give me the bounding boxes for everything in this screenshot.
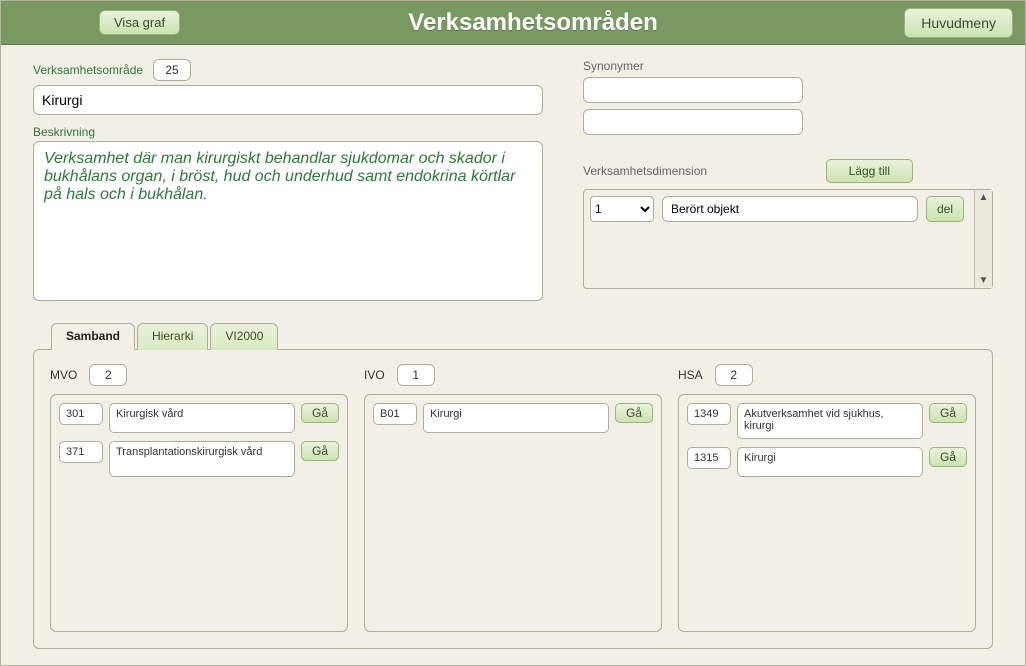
go-button[interactable]: Gå <box>929 403 967 423</box>
mvo-label: MVO <box>50 368 77 382</box>
list-item: 371 Transplantationskirurgisk vård Gå <box>59 441 339 477</box>
mvo-item-code: 301 <box>59 403 103 425</box>
synonym-input-2[interactable] <box>583 109 803 135</box>
ivo-item-name: Kirurgi <box>423 403 609 433</box>
mvo-count: 2 <box>89 364 127 386</box>
go-button[interactable]: Gå <box>301 403 339 423</box>
area-label: Verksamhetsområde <box>33 63 143 77</box>
list-item: B01 Kirurgi Gå <box>373 403 653 433</box>
mvo-item-code: 371 <box>59 441 103 463</box>
area-id: 25 <box>153 59 191 81</box>
hsa-label: HSA <box>678 368 703 382</box>
hsa-item-name: Akutverksamhet vid sjukhus, kirurgi <box>737 403 923 439</box>
dimension-panel: 1 del ▲ ▼ <box>583 189 993 289</box>
dimension-scrollbar[interactable]: ▲ ▼ <box>974 190 992 288</box>
ivo-count: 1 <box>397 364 435 386</box>
hsa-count: 2 <box>715 364 753 386</box>
page-title: Verksamhetsområden <box>173 9 893 37</box>
tab-body-samband: MVO 2 301 Kirurgisk vård Gå 371 Tra <box>33 349 993 649</box>
description-label: Beskrivning <box>33 125 543 139</box>
hsa-item-name: Kirurgi <box>737 447 923 477</box>
hsa-item-code: 1349 <box>687 403 731 425</box>
list-item: 1349 Akutverksamhet vid sjukhus, kirurgi… <box>687 403 967 439</box>
tab-vi2000[interactable]: VI2000 <box>210 323 278 350</box>
app-window: Visa graf Verksamhetsområden Huvudmeny V… <box>0 0 1026 666</box>
ivo-label: IVO <box>364 368 385 382</box>
tab-samband[interactable]: Samband <box>51 323 135 350</box>
dimension-select[interactable]: 1 <box>590 196 654 222</box>
dimension-add-button[interactable]: Lägg till <box>826 159 913 183</box>
scroll-down-icon[interactable]: ▼ <box>979 273 989 288</box>
show-graph-button[interactable]: Visa graf <box>99 10 180 35</box>
hsa-panel: 1349 Akutverksamhet vid sjukhus, kirurgi… <box>678 394 976 632</box>
hsa-item-code: 1315 <box>687 447 731 469</box>
mvo-item-name: Transplantationskirurgisk vård <box>109 441 295 477</box>
synonyms-label: Synonymer <box>583 59 993 73</box>
dimension-label: Verksamhetsdimension <box>583 164 707 178</box>
header-bar: Visa graf Verksamhetsområden Huvudmeny <box>1 1 1025 45</box>
mvo-item-name: Kirurgisk vård <box>109 403 295 433</box>
ivo-item-code: B01 <box>373 403 417 425</box>
scroll-up-icon[interactable]: ▲ <box>979 190 989 205</box>
synonym-input-1[interactable] <box>583 77 803 103</box>
dimension-del-button[interactable]: del <box>926 196 964 222</box>
ivo-panel: B01 Kirurgi Gå <box>364 394 662 632</box>
mvo-panel: 301 Kirurgisk vård Gå 371 Transplantatio… <box>50 394 348 632</box>
area-name-input[interactable] <box>33 85 543 115</box>
go-button[interactable]: Gå <box>929 447 967 467</box>
go-button[interactable]: Gå <box>301 441 339 461</box>
description-textarea[interactable]: Verksamhet där man kirurgiskt behandlar … <box>33 141 543 301</box>
list-item: 1315 Kirurgi Gå <box>687 447 967 477</box>
dimension-text-input[interactable] <box>662 196 918 222</box>
main-menu-button[interactable]: Huvudmeny <box>904 8 1013 38</box>
list-item: 301 Kirurgisk vård Gå <box>59 403 339 433</box>
tab-hierarki[interactable]: Hierarki <box>137 323 208 350</box>
tab-strip: Samband Hierarki VI2000 <box>33 322 993 349</box>
go-button[interactable]: Gå <box>615 403 653 423</box>
